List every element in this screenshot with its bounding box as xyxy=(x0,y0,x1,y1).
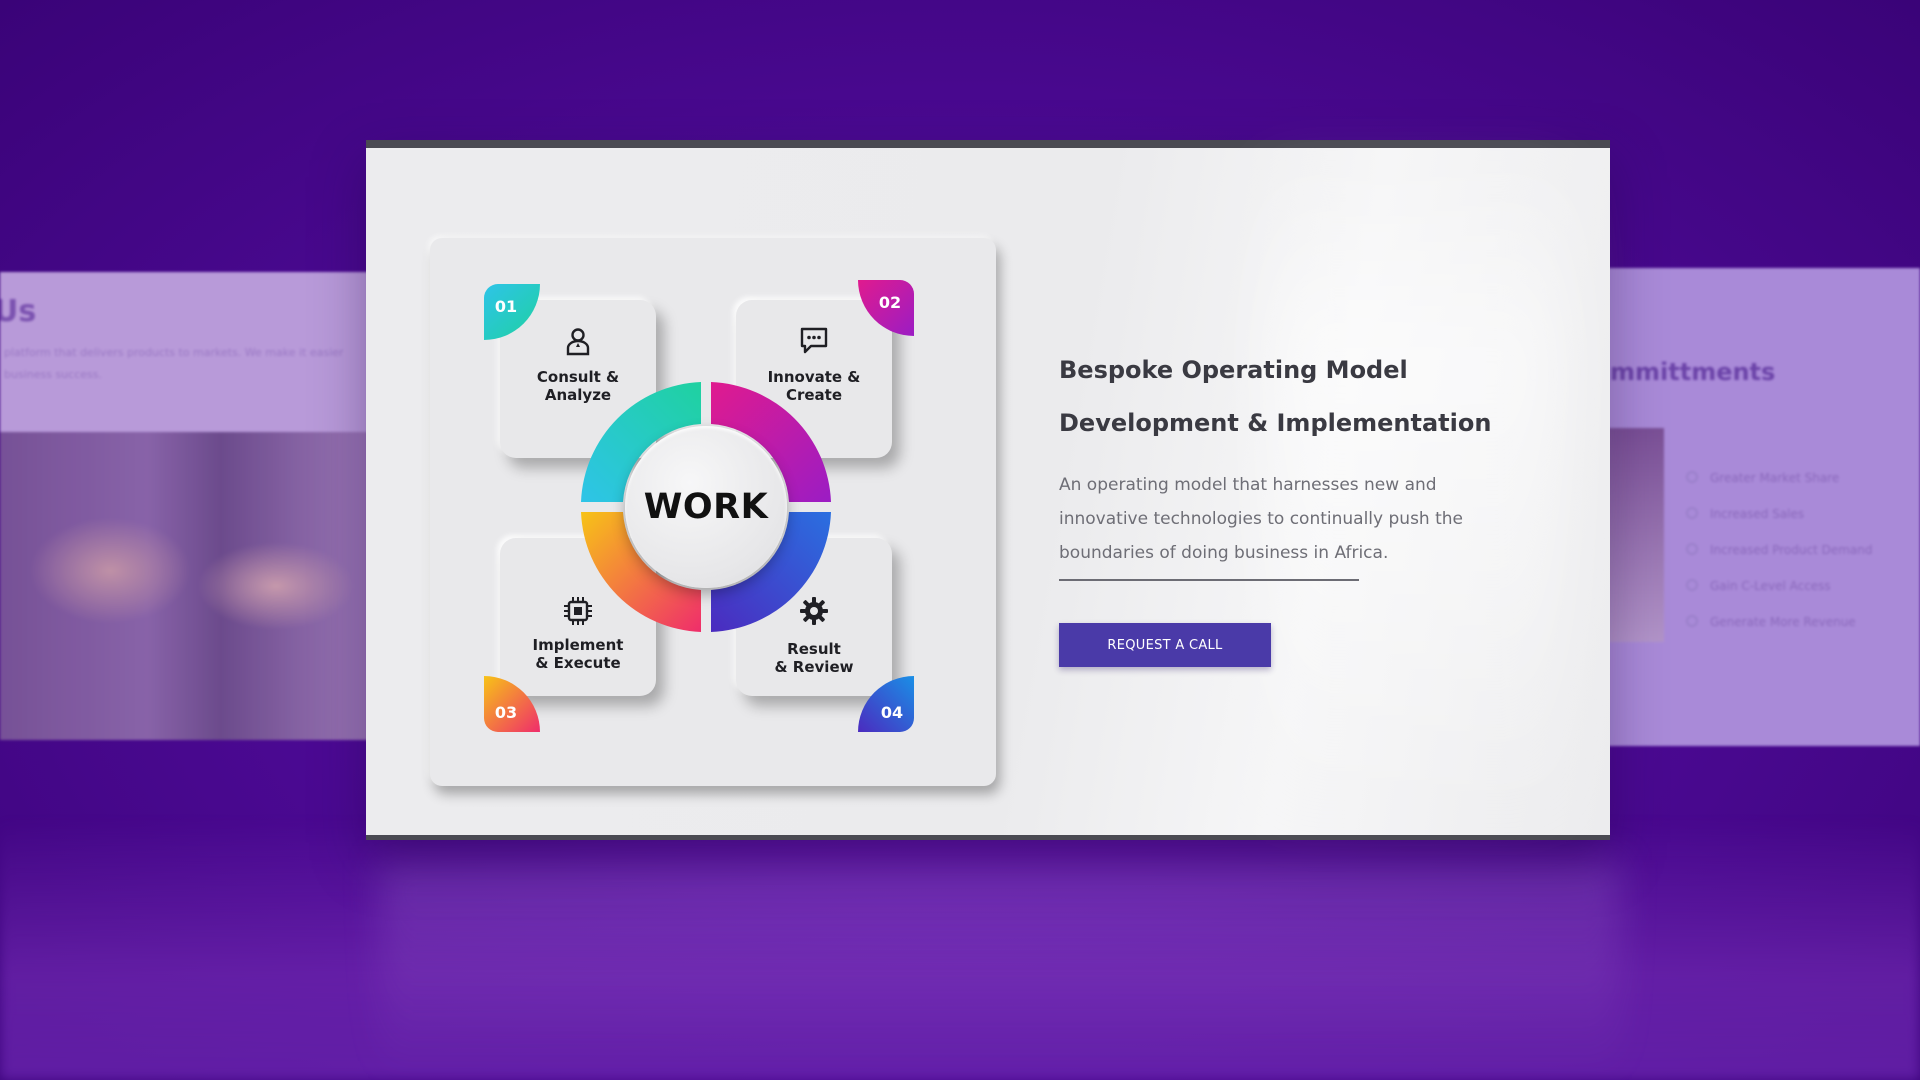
list-item: Gain C-Level Access xyxy=(1686,576,1872,612)
list-item: Increased Product Demand xyxy=(1686,540,1872,576)
bullet-icon xyxy=(1686,543,1698,555)
commitments-list: Greater Market Share Increased Sales Inc… xyxy=(1686,468,1872,648)
description-text: An operating model that harnesses new an… xyxy=(1059,475,1463,563)
bullet-icon xyxy=(1686,507,1698,519)
step-label-04: Result & Review xyxy=(774,640,854,676)
right-slide-title: mmittments xyxy=(1610,358,1776,386)
request-call-button[interactable]: REQUEST A CALL xyxy=(1059,623,1271,667)
list-item: Generate More Revenue xyxy=(1686,612,1872,648)
step-badge-04: 04 xyxy=(858,676,914,732)
page-title: Bespoke Operating Model Development & Im… xyxy=(1059,356,1492,437)
bullet-icon xyxy=(1686,471,1698,483)
step-badge-02: 02 xyxy=(858,280,914,336)
left-slide-blurb: platform that delivers products to marke… xyxy=(4,346,344,381)
slide-reflection xyxy=(380,860,1620,1080)
bullet-icon xyxy=(1686,615,1698,627)
divider xyxy=(1059,579,1359,581)
list-item: Greater Market Share xyxy=(1686,468,1872,504)
step-badge-01: 01 xyxy=(484,284,540,340)
list-item: Increased Sales xyxy=(1686,504,1872,540)
right-background-slide[interactable]: mmittments Greater Market Share Increase… xyxy=(1600,268,1920,746)
work-cycle-diagram: Consult & Analyze Innovate & Create Impl… xyxy=(430,238,996,786)
chat-icon xyxy=(800,327,828,354)
main-slide: Consult & Analyze Innovate & Create Impl… xyxy=(366,140,1610,840)
team-photo xyxy=(0,432,368,740)
hub-label: WORK xyxy=(643,487,769,527)
left-slide-title: Us xyxy=(0,294,37,329)
left-background-slide[interactable]: Us platform that delivers products to ma… xyxy=(0,272,368,740)
work-hub: WORK xyxy=(625,426,787,588)
bullet-icon xyxy=(1686,579,1698,591)
step-badge-03: 03 xyxy=(484,676,540,732)
person-icon xyxy=(566,328,590,356)
